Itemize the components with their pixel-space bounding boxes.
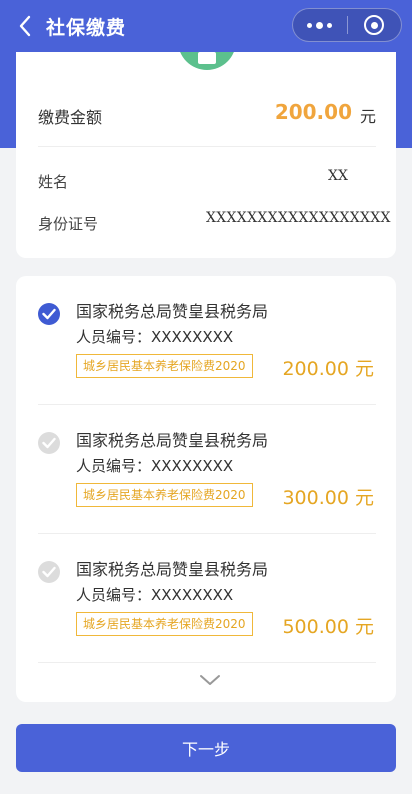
check-icon [42,308,56,320]
item-tag: 城乡居民基本养老保险费2020 [76,612,253,636]
item-person-id: 人员编号：XXXXXXXX [76,328,234,346]
chevron-left-icon [19,15,31,37]
amount-row: 缴费金额 200.00 元 [38,100,376,130]
checkbox-unchecked[interactable] [38,561,60,583]
list-item[interactable]: 国家税务总局赞皇县税务局 人员编号：XXXXXXXX 城乡居民基本养老保险费20… [16,276,396,405]
amount-label: 缴费金额 [38,108,103,127]
more-button[interactable] [293,9,347,41]
list-item[interactable]: 国家税务总局赞皇县税务局 人员编号：XXXXXXXX 城乡居民基本养老保险费20… [16,534,396,663]
item-amount: 300.00 元 [282,487,374,509]
item-tag: 城乡居民基本养老保险费2020 [76,354,253,378]
check-icon [42,437,56,449]
page-title: 社保缴费 [46,17,127,39]
check-icon [42,566,56,578]
list-item[interactable]: 国家税务总局赞皇县税务局 人员编号：XXXXXXXX 城乡居民基本养老保险费20… [16,405,396,534]
next-step-button[interactable]: 下一步 [16,724,396,772]
amount-value: 200.00 [274,100,352,124]
amount-unit: 元 [359,107,376,126]
back-button[interactable] [12,11,38,41]
item-amount: 200.00 元 [282,358,374,380]
item-person-id: 人员编号：XXXXXXXX [76,586,234,604]
divider [38,146,376,147]
checkbox-unchecked[interactable] [38,432,60,454]
payment-items-card: 国家税务总局赞皇县税务局 人员编号：XXXXXXXX 城乡居民基本养老保险费20… [16,276,396,702]
item-title: 国家税务总局赞皇县税务局 [76,431,269,450]
divider [38,662,376,663]
more-dots-icon [307,21,333,29]
wallet-icon [178,52,236,70]
item-tag: 城乡居民基本养老保险费2020 [76,483,253,507]
target-close-icon [364,15,385,35]
item-amount: 500.00 元 [282,616,374,638]
item-title: 国家税务总局赞皇县税务局 [76,302,269,321]
id-value: XXXXXXXXXXXXXXXXXX [206,210,391,226]
close-button[interactable] [347,9,401,41]
mini-program-capsule [292,8,402,42]
name-value: XX [328,168,348,184]
name-label: 姓名 [38,173,69,191]
expand-button[interactable] [198,672,222,688]
chevron-down-icon [200,675,220,685]
id-label: 身份证号 [38,215,99,233]
item-person-id: 人员编号：XXXXXXXX [76,457,234,475]
item-title: 国家税务总局赞皇县税务局 [76,560,269,579]
checkbox-checked[interactable] [38,303,60,325]
payment-summary-card: 缴费金额 200.00 元 姓名 XX 身份证号 XXXXXXXXXXXXXXX… [16,52,396,258]
navigation-bar: 社保缴费 [0,0,412,52]
